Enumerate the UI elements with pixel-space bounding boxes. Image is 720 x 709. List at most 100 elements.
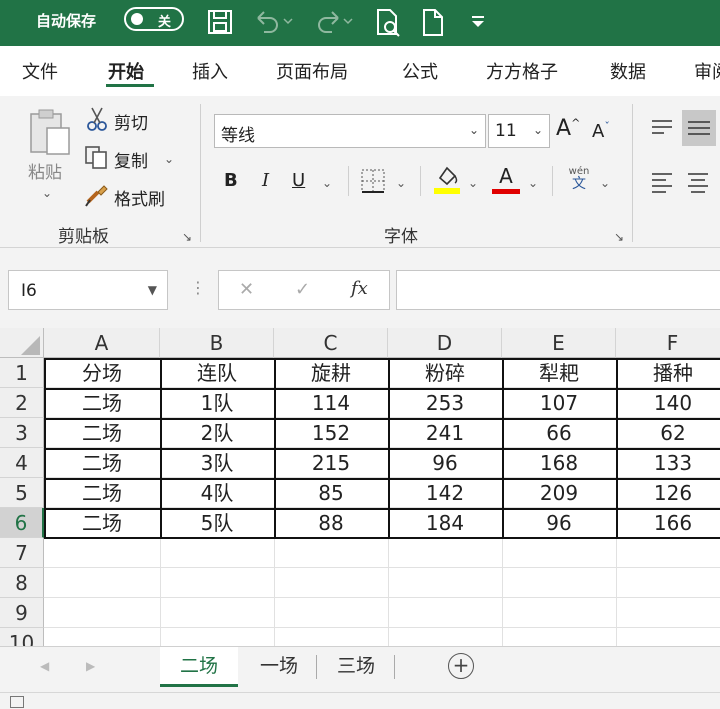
header-cell[interactable]: 粉碎 xyxy=(388,358,502,388)
underline-dropdown-icon[interactable]: ⌄ xyxy=(322,176,332,190)
table-cell[interactable]: 107 xyxy=(502,388,616,418)
tab-home[interactable]: 开始 xyxy=(108,58,144,84)
header-cell[interactable]: 犁耙 xyxy=(502,358,616,388)
decrease-font-size-button[interactable]: Aˇ xyxy=(592,120,610,142)
sheet-tab-erchang[interactable]: 二场 xyxy=(160,647,238,687)
row-header-8[interactable]: 8 xyxy=(0,568,44,598)
redo-icon[interactable] xyxy=(312,8,354,40)
column-header-e[interactable]: E xyxy=(502,328,616,358)
fill-color-dropdown-icon[interactable]: ⌄ xyxy=(468,176,478,190)
bold-button[interactable]: B xyxy=(224,170,238,191)
formula-input[interactable] xyxy=(396,270,720,310)
enter-icon[interactable]: ✓ xyxy=(295,279,310,300)
table-cell[interactable]: 142 xyxy=(388,478,502,508)
paste-dropdown-icon[interactable]: ⌄ xyxy=(42,186,52,200)
format-painter-button[interactable]: 格式刷 xyxy=(84,182,165,212)
column-header-f[interactable]: F xyxy=(616,328,720,358)
tab-file[interactable]: 文件 xyxy=(22,58,58,84)
header-cell[interactable]: 连队 xyxy=(160,358,274,388)
customize-toolbar-icon[interactable] xyxy=(468,8,488,40)
borders-icon[interactable] xyxy=(360,168,386,198)
table-cell[interactable]: 215 xyxy=(274,448,388,478)
table-cell[interactable]: 96 xyxy=(388,448,502,478)
select-all-corner[interactable] xyxy=(0,328,44,358)
insert-function-icon[interactable]: fx xyxy=(351,278,368,299)
header-cell[interactable]: 播种 xyxy=(616,358,720,388)
table-cell[interactable]: 62 xyxy=(616,418,720,448)
row-header-9[interactable]: 9 xyxy=(0,598,44,628)
table-cell[interactable]: 168 xyxy=(502,448,616,478)
table-cell[interactable]: 184 xyxy=(388,508,502,538)
more-options-icon[interactable]: ⋮ xyxy=(190,278,206,297)
table-cell[interactable]: 96 xyxy=(502,508,616,538)
copy-dropdown-icon[interactable]: ⌄ xyxy=(164,152,174,166)
table-cell[interactable]: 114 xyxy=(274,388,388,418)
header-cell[interactable]: 分场 xyxy=(44,358,160,388)
align-middle-button[interactable] xyxy=(682,110,716,146)
undo-icon[interactable] xyxy=(252,8,294,40)
save-icon[interactable] xyxy=(206,8,234,40)
table-cell[interactable]: 5队 xyxy=(160,508,274,538)
column-header-d[interactable]: D xyxy=(388,328,502,358)
table-cell[interactable]: 2队 xyxy=(160,418,274,448)
print-preview-icon[interactable] xyxy=(374,8,402,42)
table-cell[interactable]: 二场 xyxy=(44,388,160,418)
new-document-icon[interactable] xyxy=(420,8,446,42)
table-cell[interactable]: 二场 xyxy=(44,418,160,448)
align-left-icon[interactable] xyxy=(650,170,674,198)
table-cell[interactable]: 152 xyxy=(274,418,388,448)
name-box[interactable]: I6 ▼ xyxy=(8,270,168,310)
font-name-select[interactable]: 等线 ⌄ xyxy=(214,114,486,148)
table-cell[interactable]: 126 xyxy=(616,478,720,508)
table-cell[interactable]: 66 xyxy=(502,418,616,448)
header-cell[interactable]: 旋耕 xyxy=(274,358,388,388)
copy-button[interactable]: 复制 ⌄ xyxy=(84,144,174,174)
table-cell[interactable]: 4队 xyxy=(160,478,274,508)
column-header-a[interactable]: A xyxy=(44,328,160,358)
cut-button[interactable]: 剪切 xyxy=(86,106,148,136)
table-cell[interactable]: 253 xyxy=(388,388,502,418)
sheet-tab-sanchang[interactable]: 三场 xyxy=(320,647,392,687)
tab-formulas[interactable]: 公式 xyxy=(402,58,438,84)
spreadsheet-grid[interactable]: A B C D E F 1 2 3 4 5 6 7 8 9 10 分场 连队 旋耕 粉碎 犁耙 播种 二场 1队 114 253 1… xyxy=(0,328,720,646)
cancel-icon[interactable]: ✕ xyxy=(239,279,254,300)
column-header-c[interactable]: C xyxy=(274,328,388,358)
row-header-7[interactable]: 7 xyxy=(0,538,44,568)
table-cell[interactable]: 88 xyxy=(274,508,388,538)
tab-review[interactable]: 审阅 xyxy=(694,58,720,84)
italic-button[interactable]: I xyxy=(262,170,269,191)
sheet-tab-yichang[interactable]: 一场 xyxy=(244,647,314,687)
fill-color-icon[interactable] xyxy=(432,164,462,200)
tab-insert[interactable]: 插入 xyxy=(192,58,228,84)
table-cell[interactable]: 209 xyxy=(502,478,616,508)
row-header-1[interactable]: 1 xyxy=(0,358,44,388)
row-header-3[interactable]: 3 xyxy=(0,418,44,448)
increase-font-size-button[interactable]: A^ xyxy=(556,116,580,141)
phonetic-guide-button[interactable]: wén 文 xyxy=(566,166,592,191)
row-header-6[interactable]: 6 xyxy=(0,508,44,538)
font-launcher-icon[interactable]: ↘ xyxy=(614,230,624,244)
table-cell[interactable]: 二场 xyxy=(44,508,160,538)
table-cell[interactable]: 3队 xyxy=(160,448,274,478)
add-sheet-button[interactable]: + xyxy=(448,653,474,679)
table-cell[interactable]: 140 xyxy=(616,388,720,418)
table-cell[interactable]: 1队 xyxy=(160,388,274,418)
tab-data[interactable]: 数据 xyxy=(610,58,646,84)
clipboard-launcher-icon[interactable]: ↘ xyxy=(182,230,192,244)
borders-dropdown-icon[interactable]: ⌄ xyxy=(396,176,406,190)
table-cell[interactable]: 二场 xyxy=(44,448,160,478)
row-header-5[interactable]: 5 xyxy=(0,478,44,508)
table-cell[interactable]: 241 xyxy=(388,418,502,448)
row-header-2[interactable]: 2 xyxy=(0,388,44,418)
table-cell[interactable]: 85 xyxy=(274,478,388,508)
font-size-select[interactable]: 11 ⌄ xyxy=(488,114,550,148)
table-cell[interactable]: 166 xyxy=(616,508,720,538)
align-center-icon[interactable] xyxy=(686,170,710,198)
table-cell[interactable]: 二场 xyxy=(44,478,160,508)
phonetic-dropdown-icon[interactable]: ⌄ xyxy=(600,176,610,190)
row-header-10[interactable]: 10 xyxy=(0,628,44,646)
align-top-icon[interactable] xyxy=(650,116,674,144)
page-view-icon[interactable] xyxy=(10,696,24,708)
scroll-tabs-left-icon[interactable]: ◀ xyxy=(40,659,49,673)
row-header-4[interactable]: 4 xyxy=(0,448,44,478)
